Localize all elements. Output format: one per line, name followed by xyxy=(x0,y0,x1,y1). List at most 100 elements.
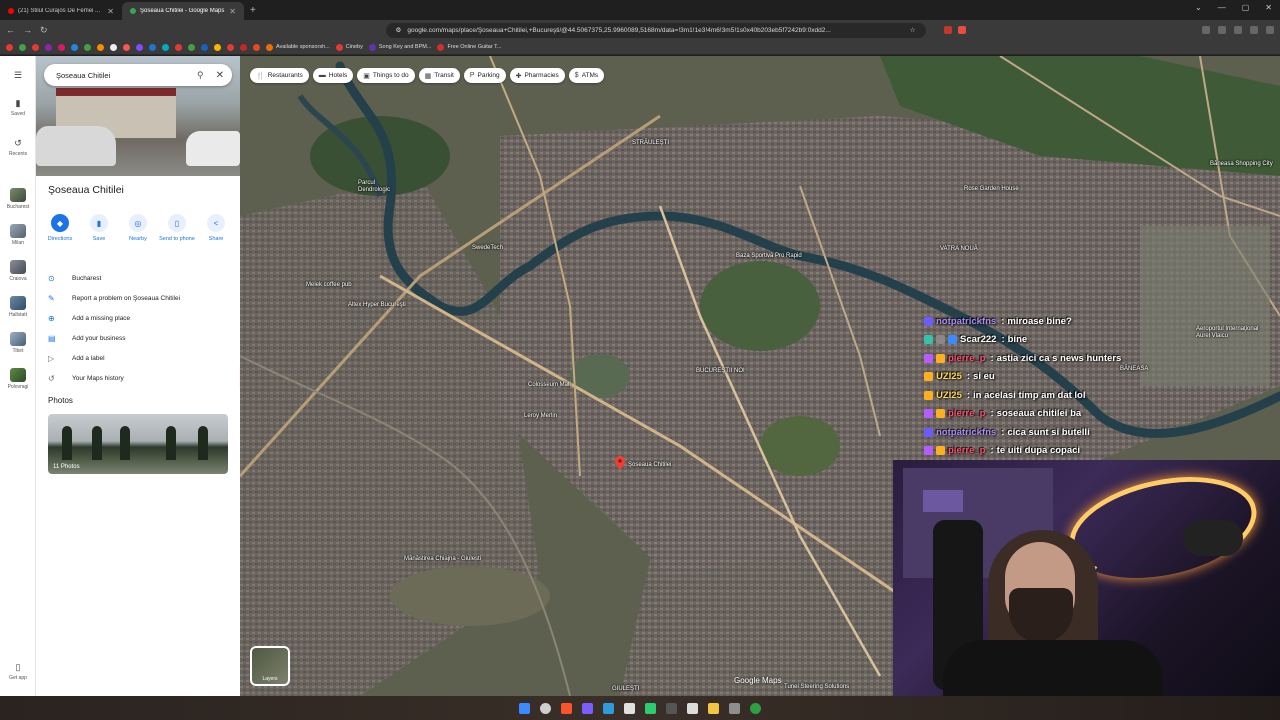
search-input[interactable] xyxy=(56,70,192,80)
info-item-address[interactable]: ⊙ Bucharest xyxy=(36,268,240,288)
bookmark-link[interactable]: Song Key and BPM... xyxy=(368,43,431,51)
map-label-district[interactable]: VATRA NOUĂ xyxy=(940,246,978,252)
menu-icon[interactable] xyxy=(1266,26,1274,34)
app-icon[interactable] xyxy=(666,702,677,714)
chip-pharmacies[interactable]: ✚ Pharmacies xyxy=(509,68,565,83)
search-icon[interactable]: ⚲ xyxy=(197,70,204,81)
map-label-poi[interactable]: Rose Garden House xyxy=(964,186,1019,192)
bookmark-icon[interactable] xyxy=(6,43,13,51)
minimize-icon[interactable]: — xyxy=(1218,3,1226,12)
map-label-poi[interactable]: SwedeTech xyxy=(472,245,503,251)
app-icon[interactable] xyxy=(603,702,614,714)
rail-item-recent-place[interactable]: Bucharest xyxy=(0,188,36,210)
map-label-poi[interactable]: Băneasa Shopping City xyxy=(1210,161,1280,168)
xbox-icon[interactable] xyxy=(750,702,761,714)
site-info-icon[interactable]: ⚙ xyxy=(396,26,402,34)
app-icon[interactable] xyxy=(729,702,740,714)
get-app-button[interactable]: ▯ Get app xyxy=(0,662,36,681)
bookmark-icon[interactable] xyxy=(110,43,117,51)
chip-parking[interactable]: P Parking xyxy=(463,68,506,83)
info-item-add-place[interactable]: ⊕ Add a missing place xyxy=(36,308,240,328)
music-icon[interactable] xyxy=(1218,26,1226,34)
back-icon[interactable]: ← xyxy=(6,25,15,35)
browser-tab-youtube[interactable]: (21) Stilul Curajos De Femei Al Lumii ✕ xyxy=(0,2,122,20)
map-label-poi[interactable]: Baza Sportivă Pro Rapid xyxy=(736,253,802,259)
rail-item-recent-place[interactable]: Milan xyxy=(0,224,36,246)
save-button[interactable]: ▮ Save xyxy=(81,214,117,243)
bookmark-icon[interactable] xyxy=(71,43,78,51)
app-icon[interactable] xyxy=(645,702,656,714)
bookmark-icon[interactable] xyxy=(214,43,221,51)
extension-icon[interactable] xyxy=(957,26,966,34)
chip-transit[interactable]: ▦ Transit xyxy=(418,68,460,83)
close-icon[interactable]: ✕ xyxy=(216,70,224,81)
windows-start-icon[interactable] xyxy=(519,702,530,714)
maximize-icon[interactable]: ▢ xyxy=(1242,3,1250,12)
map-label-poi[interactable]: Colosseum Mall xyxy=(528,382,571,388)
directions-button[interactable]: ◆ Directions xyxy=(42,214,78,243)
app-icon[interactable] xyxy=(687,702,698,714)
extension-icon[interactable] xyxy=(943,26,952,34)
bookmark-icon[interactable] xyxy=(123,43,130,51)
bookmark-icon[interactable] xyxy=(227,43,234,51)
bookmark-icon[interactable] xyxy=(97,43,104,51)
bookmark-link[interactable]: Cineby xyxy=(335,43,363,51)
bookmark-icon[interactable] xyxy=(58,43,65,51)
rail-item-recent-place[interactable]: Hallstatt xyxy=(0,296,36,318)
share-button[interactable]: < Share xyxy=(198,214,234,243)
bookmark-icon[interactable] xyxy=(188,43,195,51)
map-label-poi[interactable]: Mănăstirea Chiajna - Giulesti xyxy=(404,556,484,563)
photos-thumbnail[interactable]: 11 Photos xyxy=(48,414,228,474)
bookmark-icon[interactable] xyxy=(45,43,52,51)
map-label-district[interactable]: BUCUREŞTII NOI xyxy=(696,368,745,374)
brave-browser-icon[interactable] xyxy=(561,702,572,714)
map-label-poi[interactable]: Leroy Merlin xyxy=(524,413,557,419)
map-label-poi[interactable]: Melek coffee pub xyxy=(306,282,352,288)
info-item-add-label[interactable]: ▷ Add a label xyxy=(36,348,240,368)
bookmark-icon[interactable] xyxy=(136,43,143,51)
chip-things-to-do[interactable]: ▣ Things to do xyxy=(357,68,415,83)
rail-item-recent-place[interactable]: Tibet xyxy=(0,332,36,354)
rail-item-saved[interactable]: ▮ Saved xyxy=(0,98,36,117)
close-window-icon[interactable]: ✕ xyxy=(1265,3,1272,12)
bookmark-icon[interactable] xyxy=(19,43,26,51)
info-item-report-problem[interactable]: ✎ Report a problem on Şoseaua Chitilei xyxy=(36,288,240,308)
new-tab-button[interactable]: + xyxy=(250,5,256,16)
folder-icon[interactable] xyxy=(708,702,719,714)
bookmark-icon[interactable] xyxy=(32,43,39,51)
bookmark-link[interactable]: Available sponsorsh... xyxy=(266,43,330,51)
layers-button[interactable]: Layers xyxy=(250,646,290,686)
profile-icon[interactable] xyxy=(1250,26,1258,34)
close-tab-icon[interactable]: ✕ xyxy=(229,7,236,16)
browser-tab-maps[interactable]: Şoseaua Chitilei - Google Maps ✕ xyxy=(122,2,244,20)
bookmark-link[interactable]: Free Online Guitar T... xyxy=(437,43,501,51)
map-label-poi[interactable]: Altex Hyper Bucureşti xyxy=(348,302,406,308)
bookmark-icon[interactable] xyxy=(84,43,91,51)
bookmark-icon[interactable] xyxy=(253,43,260,51)
map-label-district[interactable]: GIULEŞTI xyxy=(612,686,639,692)
info-item-maps-history[interactable]: ↺ Your Maps history xyxy=(36,368,240,388)
nearby-button[interactable]: ◎ Nearby xyxy=(120,214,156,243)
forward-icon[interactable]: → xyxy=(23,25,32,35)
chip-hotels[interactable]: ▬ Hotels xyxy=(312,68,354,83)
map-label-district[interactable]: STRĂULEŞTI xyxy=(632,140,669,146)
location-pin-icon[interactable] xyxy=(615,456,625,470)
chevron-down-icon[interactable]: ⌄ xyxy=(1195,3,1202,12)
bookmark-icon[interactable] xyxy=(149,43,156,51)
map-label-poi[interactable]: Parcul Dendrologic xyxy=(358,180,408,193)
map-label-selected-place[interactable]: Şoseaua Chitilei xyxy=(628,462,671,468)
info-item-add-business[interactable]: ▤ Add your business xyxy=(36,328,240,348)
close-tab-icon[interactable]: ✕ xyxy=(107,7,114,16)
bookmark-icon[interactable] xyxy=(240,43,247,51)
chip-atms[interactable]: $ ATMs xyxy=(568,68,605,83)
send-to-phone-button[interactable]: ▯ Send to phone xyxy=(159,214,195,243)
bookmark-icon[interactable] xyxy=(201,43,208,51)
map-label-poi[interactable]: Aeroportul Internaţional Aurel Vlaicu xyxy=(1196,326,1268,339)
bookmark-icon[interactable] xyxy=(162,43,169,51)
extension-icon[interactable] xyxy=(1202,26,1210,34)
download-icon[interactable] xyxy=(1234,26,1242,34)
address-bar[interactable]: ⚙ google.com/maps/place/Şoseaua+Chitilei… xyxy=(385,22,926,38)
reload-icon[interactable]: ↻ xyxy=(40,25,48,36)
app-icon[interactable] xyxy=(582,702,593,714)
search-icon[interactable] xyxy=(540,702,551,714)
